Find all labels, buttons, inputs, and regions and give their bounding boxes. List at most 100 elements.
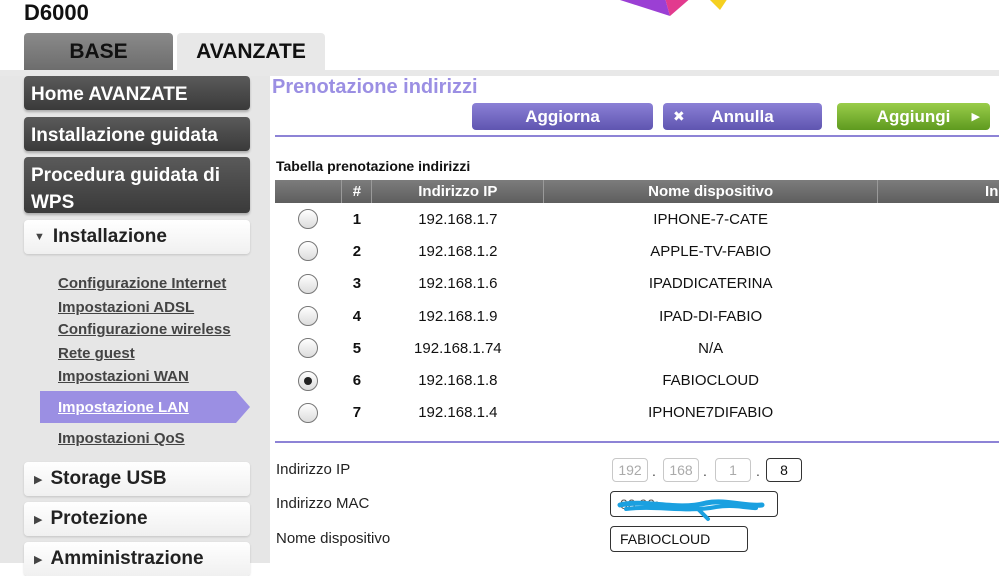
- device-name-value: FABIOCLOUD: [620, 531, 711, 547]
- row-device-name: IPHONE-7-CATE: [653, 210, 769, 228]
- ip-separator: .: [652, 463, 656, 479]
- sidebar-section-storage-usb[interactable]: ▶ Storage USB: [24, 462, 250, 496]
- section-divider: [275, 441, 999, 443]
- add-button[interactable]: Aggiungi ▶: [837, 103, 990, 130]
- row-mac: 00:9(: [878, 364, 999, 396]
- row-mac: 80:E: [878, 235, 999, 267]
- add-button-label: Aggiungi: [876, 106, 951, 126]
- chevron-down-icon: ▼: [34, 231, 45, 243]
- cancel-button-label: Annulla: [711, 106, 774, 126]
- row-ip: 192.168.1.74: [414, 339, 502, 357]
- router-model-title: D6000: [24, 0, 89, 25]
- sidebar-link-rete-guest[interactable]: Rete guest: [58, 345, 135, 362]
- row-number: 7: [352, 404, 362, 422]
- sidebar-link-impostazioni-wan[interactable]: Impostazioni WAN: [58, 368, 189, 385]
- sidebar-section-label: Installazione: [52, 226, 167, 247]
- sidebar-item-home-avanzate[interactable]: Home AVANZATE: [24, 76, 250, 110]
- sidebar-item-label: Home AVANZATE: [31, 84, 188, 105]
- table-row: 6 192.168.1.8 FABIOCLOUD 00:9(: [275, 364, 999, 396]
- row-number: 4: [352, 307, 362, 325]
- table-row: 5 192.168.1.74 N/A 00:0: [275, 332, 999, 364]
- row-select-radio[interactable]: [298, 402, 319, 423]
- sidebar-item-label: Procedura guidata di WPS: [31, 165, 220, 213]
- row-select-radio[interactable]: [298, 338, 319, 359]
- sidebar-link-impostazione-lan[interactable]: Impostazione LAN: [40, 391, 250, 423]
- row-device-name: N/A: [698, 339, 724, 357]
- ip-octet-3: 1: [715, 458, 751, 482]
- tab-avanzate[interactable]: AVANZATE: [177, 33, 325, 70]
- table-row: 7 192.168.1.4 IPHONE7DIFABIO 78:6: [275, 397, 999, 429]
- table-header-row: # Indirizzo IP Nome dispositivo In: [275, 180, 999, 203]
- row-radio[interactable]: [275, 397, 342, 429]
- device-name-input[interactable]: FABIOCLOUD: [610, 526, 748, 552]
- chevron-right-icon: ▶: [34, 553, 43, 566]
- tab-base[interactable]: BASE: [24, 33, 173, 70]
- close-icon: ✖: [673, 108, 685, 124]
- row-select-radio[interactable]: [298, 306, 319, 327]
- ip-octet-1: 192: [612, 458, 648, 482]
- section-divider: [275, 135, 999, 137]
- row-ip: 192.168.1.8: [418, 372, 498, 390]
- sidebar-link-configurazione-wireless[interactable]: Configurazione wireless: [58, 321, 231, 338]
- row-ip: 192.168.1.7: [418, 210, 498, 228]
- row-device-name: FABIOCLOUD: [662, 372, 759, 390]
- row-select-radio[interactable]: [298, 209, 319, 230]
- row-device-name: IPAD-DI-FABIO: [659, 307, 763, 325]
- refresh-button[interactable]: Aggiorna: [472, 103, 653, 130]
- row-radio[interactable]: [275, 300, 342, 332]
- ip-octet-4-input[interactable]: 8: [766, 458, 802, 482]
- reservation-table: # Indirizzo IP Nome dispositivo In 1 192.…: [275, 180, 999, 429]
- row-device-name: APPLE-TV-FABIO: [650, 242, 772, 260]
- table-row: 1 192.168.1.7 IPHONE-7-CATE 98:C: [275, 203, 999, 235]
- row-mac: 00:0: [878, 332, 999, 364]
- row-radio[interactable]: [275, 235, 342, 267]
- row-select-radio[interactable]: [298, 273, 319, 294]
- sidebar-section-label: Storage USB: [50, 468, 167, 489]
- row-device-name: IPADDICATERINA: [648, 275, 773, 293]
- sidebar-link-impostazioni-qos[interactable]: Impostazioni QoS: [58, 430, 185, 447]
- sidebar-section-installazione[interactable]: ▼ Installazione: [24, 220, 250, 254]
- ip-separator: .: [703, 463, 707, 479]
- row-radio[interactable]: [275, 203, 342, 235]
- row-ip: 192.168.1.2: [418, 242, 498, 260]
- sidebar-link-impostazioni-adsl[interactable]: Impostazioni ADSL: [58, 299, 194, 316]
- chevron-right-icon: ▶: [34, 513, 43, 526]
- row-radio[interactable]: [275, 364, 342, 396]
- row-mac: 98:C: [878, 203, 999, 235]
- row-select-radio[interactable]: [298, 370, 319, 391]
- sidebar-link-configurazione-internet[interactable]: Configurazione Internet: [58, 275, 226, 292]
- column-header-ip: Indirizzo IP: [371, 180, 545, 203]
- cancel-button[interactable]: ✖ Annulla: [663, 103, 822, 130]
- row-number: 3: [352, 275, 362, 293]
- page-title: Prenotazione indirizzi: [272, 76, 478, 98]
- row-radio[interactable]: [275, 332, 342, 364]
- play-arrow-icon: ▶: [971, 111, 980, 123]
- sidebar-item-label: Installazione guidata: [31, 125, 218, 146]
- ip-octet-2: 168: [663, 458, 699, 482]
- column-header-number: #: [341, 180, 373, 203]
- row-mac: B4:9(: [878, 268, 999, 300]
- mac-address-label: Indirizzo MAC: [276, 495, 370, 512]
- sidebar-item-installazione-guidata[interactable]: Installazione guidata: [24, 117, 250, 151]
- sidebar-link-label: Impostazione LAN: [58, 398, 189, 416]
- row-ip: 192.168.1.4: [418, 404, 498, 422]
- redaction-scribble: [617, 499, 765, 521]
- row-ip: 192.168.1.9: [418, 307, 498, 325]
- table-caption: Tabella prenotazione indirizzi: [276, 158, 471, 174]
- device-name-label: Nome dispositivo: [276, 530, 391, 547]
- table-row: 4 192.168.1.9 IPAD-DI-FABIO 04:5: [275, 300, 999, 332]
- sidebar-section-protezione[interactable]: ▶ Protezione: [24, 502, 250, 536]
- row-select-radio[interactable]: [298, 241, 319, 262]
- ip-separator: .: [756, 463, 760, 479]
- sidebar-item-wps-wizard[interactable]: Procedura guidata di WPS: [24, 157, 250, 213]
- row-mac: 78:6: [878, 397, 999, 429]
- table-row: 2 192.168.1.2 APPLE-TV-FABIO 80:E: [275, 235, 999, 267]
- row-number: 5: [352, 339, 362, 357]
- sidebar-section-label: Amministrazione: [50, 548, 204, 569]
- brand-logo: [620, 0, 727, 16]
- row-radio[interactable]: [275, 268, 342, 300]
- row-number: 2: [352, 242, 362, 260]
- refresh-button-label: Aggiorna: [525, 106, 600, 126]
- column-header-mac: In: [877, 180, 999, 203]
- sidebar-section-amministrazione[interactable]: ▶ Amministrazione: [24, 542, 250, 576]
